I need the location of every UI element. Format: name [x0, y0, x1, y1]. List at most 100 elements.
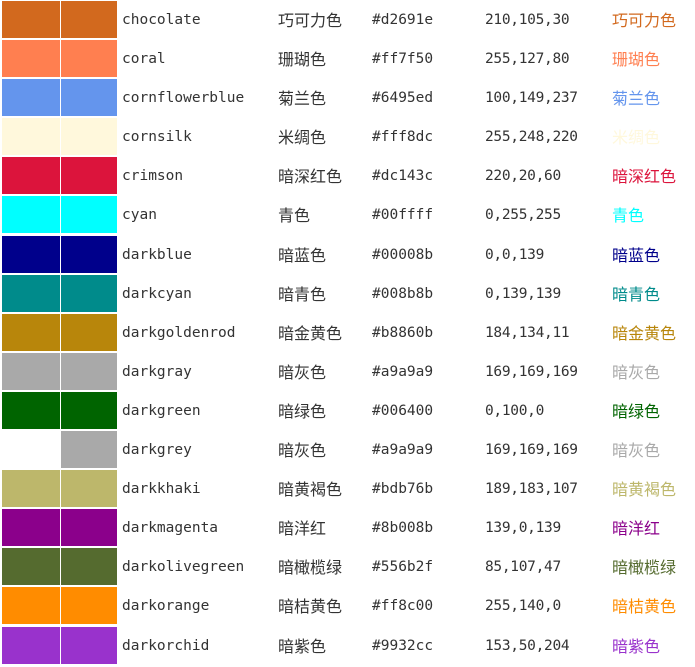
color-chinese-name: 暗金黄色	[278, 323, 343, 343]
color-hex-code: #6495ed	[372, 90, 434, 107]
color-chinese-name: 菊兰色	[278, 89, 327, 109]
color-name: crimson	[122, 168, 184, 185]
color-hex-code: #00008b	[372, 246, 434, 263]
color-rgb-value: 210,105,30	[485, 12, 570, 28]
color-chinese-name: 暗深红色	[278, 167, 343, 187]
color-name: darkgoldenrod	[122, 324, 236, 341]
color-name: darkgray	[122, 363, 192, 380]
color-row-chocolate: chocolate 巧可力色 #d2691e 210,105,30 巧可力色	[0, 0, 695, 39]
color-name: cornflowerblue	[122, 90, 245, 107]
color-row-cornsilk: cornsilk 米绸色 #fff8dc 255,248,220 米绸色	[0, 117, 695, 156]
color-swatch-left	[2, 79, 60, 117]
color-name: coral	[122, 51, 166, 68]
color-row-darkkhaki: darkkhaki 暗黄褐色 #bdb76b 189,183,107 暗黄褐色	[0, 469, 695, 508]
color-hex-code: #9932cc	[372, 637, 434, 654]
color-hex-code: #bdb76b	[372, 481, 434, 498]
color-chinese-name: 暗蓝色	[278, 245, 327, 265]
color-chinese-name: 青色	[278, 206, 311, 226]
color-chinese-name: 巧可力色	[278, 11, 343, 30]
color-table: chocolate 巧可力色 #d2691e 210,105,30 巧可力色 coral 珊…	[0, 0, 695, 665]
color-name: darkorange	[122, 598, 210, 615]
color-swatch-left	[2, 118, 60, 156]
color-rgb-value: 139,0,139	[485, 520, 561, 537]
color-swatch-right	[61, 431, 117, 469]
color-chinese-name: 暗灰色	[278, 362, 327, 382]
color-swatch-left	[2, 587, 60, 625]
color-row-coral: coral 珊瑚色 #ff7f50 255,127,80 珊瑚色	[0, 39, 695, 78]
color-row-darkgoldenrod: darkgoldenrod 暗金黄色 #b8860b 184,134,11 暗金黄色	[0, 313, 695, 352]
color-hex-code: #a9a9a9	[372, 363, 434, 380]
color-swatch-left	[2, 40, 60, 78]
color-swatch-left	[2, 391, 60, 429]
color-swatch-right	[61, 79, 117, 117]
color-swatch-left	[2, 352, 60, 390]
color-name: darkblue	[122, 246, 192, 263]
color-swatch-right	[61, 157, 117, 195]
color-rgb-value: 169,169,169	[485, 442, 578, 459]
color-text-sample: 暗青色	[612, 284, 661, 304]
color-text-sample: 暗深红色	[612, 167, 677, 187]
color-chinese-name: 暗洋红	[278, 519, 327, 539]
color-text-sample: 青色	[612, 206, 645, 226]
color-rgb-value: 85,107,47	[485, 559, 561, 576]
color-name: darkgreen	[122, 402, 201, 419]
color-swatch-left	[2, 1, 60, 38]
color-row-darkorchid: darkorchid 暗紫色 #9932cc 153,50,204 暗紫色	[0, 626, 695, 665]
color-row-darkolivegreen: darkolivegreen 暗橄榄绿 #556b2f 85,107,47 暗橄榄绿	[0, 547, 695, 586]
color-swatch-left	[2, 235, 60, 273]
color-text-sample: 珊瑚色	[612, 50, 661, 70]
color-hex-code: #008b8b	[372, 285, 434, 302]
color-hex-code: #d2691e	[372, 12, 434, 28]
color-name: cornsilk	[122, 129, 192, 146]
color-rgb-value: 100,149,237	[485, 90, 578, 107]
color-hex-code: #fff8dc	[372, 129, 434, 146]
color-rgb-value: 189,183,107	[485, 481, 578, 498]
color-name: darkcyan	[122, 285, 192, 302]
color-hex-code: #dc143c	[372, 168, 434, 185]
color-swatch-left	[2, 157, 60, 195]
color-rgb-value: 184,134,11	[485, 324, 570, 341]
color-name: chocolate	[122, 12, 201, 28]
color-text-sample: 暗黄褐色	[612, 480, 677, 500]
color-swatch-right	[61, 40, 117, 78]
color-swatch-right	[61, 196, 117, 234]
color-chinese-name: 珊瑚色	[278, 50, 327, 70]
color-swatch-left	[2, 548, 60, 586]
color-chinese-name: 暗绿色	[278, 401, 327, 421]
color-rgb-value: 0,100,0	[485, 402, 545, 419]
color-swatch-right	[61, 470, 117, 508]
color-chinese-name: 暗桔黄色	[278, 597, 343, 617]
color-name: cyan	[122, 207, 157, 224]
color-swatch-right	[61, 313, 117, 351]
color-text-sample: 暗紫色	[612, 636, 661, 656]
color-hex-code: #ff8c00	[372, 598, 434, 615]
color-text-sample: 暗灰色	[612, 362, 661, 382]
color-swatch-right	[61, 391, 117, 429]
color-chinese-name: 暗黄褐色	[278, 480, 343, 500]
color-name: darkorchid	[122, 637, 210, 654]
color-row-darkgray: darkgray 暗灰色 #a9a9a9 169,169,169 暗灰色	[0, 352, 695, 391]
color-row-crimson: crimson 暗深红色 #dc143c 220,20,60 暗深红色	[0, 156, 695, 195]
color-row-darkorange: darkorange 暗桔黄色 #ff8c00 255,140,0 暗桔黄色	[0, 586, 695, 625]
color-swatch-right	[61, 548, 117, 586]
color-swatch-left	[2, 196, 60, 234]
color-rgb-value: 169,169,169	[485, 363, 578, 380]
color-text-sample: 暗金黄色	[612, 323, 677, 343]
color-swatch-right	[61, 1, 117, 38]
color-swatch-right	[61, 587, 117, 625]
color-row-darkgreen: darkgreen 暗绿色 #006400 0,100,0 暗绿色	[0, 391, 695, 430]
color-name: darkolivegreen	[122, 559, 245, 576]
color-rgb-value: 220,20,60	[485, 168, 561, 185]
color-text-sample: 暗桔黄色	[612, 597, 677, 617]
color-hex-code: #a9a9a9	[372, 442, 434, 459]
color-hex-code: #b8860b	[372, 324, 434, 341]
color-swatch-right	[61, 626, 117, 664]
color-swatch-right	[61, 352, 117, 390]
color-rgb-value: 153,50,204	[485, 637, 570, 654]
color-hex-code: #006400	[372, 402, 434, 419]
color-text-sample: 暗洋红	[612, 519, 661, 539]
color-chinese-name: 暗紫色	[278, 636, 327, 656]
color-row-cyan: cyan 青色 #00ffff 0,255,255 青色	[0, 195, 695, 234]
color-rgb-value: 255,127,80	[485, 51, 570, 68]
color-text-sample: 暗橄榄绿	[612, 558, 677, 578]
